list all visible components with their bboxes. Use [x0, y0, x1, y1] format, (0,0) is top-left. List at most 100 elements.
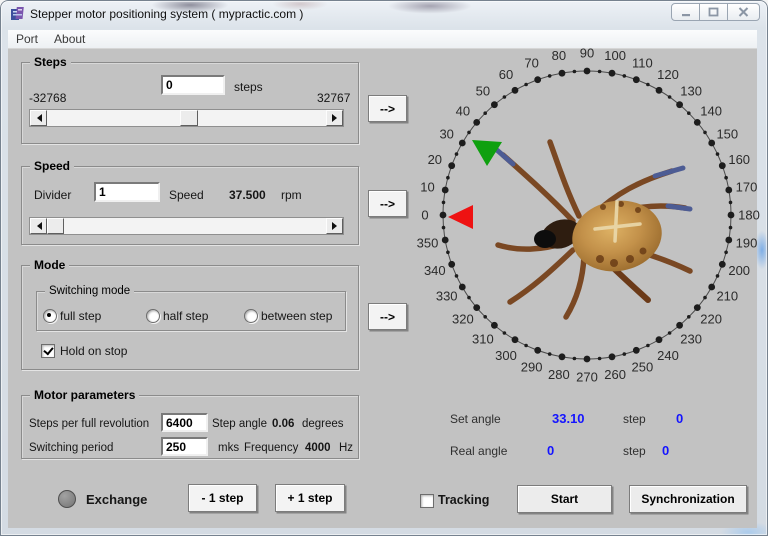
- dial-tick: [572, 69, 577, 74]
- dial-tick: [655, 336, 663, 344]
- dial-degree-label: 160: [728, 152, 750, 167]
- hold-on-stop-checkbox[interactable]: [41, 344, 55, 358]
- dial-tick: [473, 119, 481, 126]
- step-angle-label: Step angle: [212, 418, 267, 430]
- dial-tick: [646, 82, 650, 87]
- arrow-left-icon: [33, 114, 42, 122]
- hold-on-stop-label[interactable]: Hold on stop: [60, 344, 127, 358]
- dial-tick: [687, 315, 691, 319]
- plus-step-button[interactable]: + 1 step: [275, 484, 345, 512]
- dial-tick: [454, 274, 459, 278]
- close-icon: [738, 7, 749, 17]
- dial-tick: [502, 331, 507, 335]
- dial-tick: [491, 101, 498, 109]
- dial-tick: [693, 119, 701, 126]
- steps-scroll-left-button[interactable]: [30, 110, 47, 126]
- dial-degree-label: 230: [680, 332, 702, 347]
- dial-tick: [583, 355, 591, 363]
- set-angle-value: 33.10: [552, 411, 585, 426]
- synchronization-button[interactable]: Synchronization: [629, 485, 747, 513]
- motor-parameters-title: Motor parameters: [30, 388, 140, 403]
- radio-between-step-label[interactable]: between step: [261, 309, 332, 323]
- revolution-input[interactable]: [161, 413, 208, 432]
- speed-label: Speed: [169, 188, 204, 202]
- dial-tick: [448, 162, 456, 170]
- steps-input[interactable]: [161, 75, 225, 95]
- speed-scrollbar[interactable]: [29, 217, 344, 235]
- menu-about[interactable]: About: [46, 32, 93, 46]
- dial-tick: [703, 130, 707, 135]
- dial-degree-label: 120: [657, 67, 679, 82]
- dial-degree-label: 20: [428, 152, 442, 167]
- minimize-icon: [681, 13, 690, 16]
- dial-degree-label: 350: [417, 236, 439, 251]
- close-button[interactable]: [727, 3, 760, 21]
- dial-tick: [547, 352, 552, 356]
- dial-tick: [728, 225, 733, 230]
- steps-group-title: Steps: [30, 55, 71, 70]
- dial-degree-label: 170: [736, 179, 758, 194]
- dial-tick: [547, 74, 552, 78]
- dial-degree-label: 0: [421, 208, 428, 223]
- tracking-label[interactable]: Tracking: [438, 493, 489, 507]
- radio-half-step[interactable]: [146, 309, 160, 323]
- dial-tick: [728, 200, 733, 205]
- minus-step-button[interactable]: - 1 step: [188, 484, 257, 512]
- steps-unit-label: steps: [234, 80, 263, 94]
- dial-tick: [524, 343, 528, 348]
- real-step-label: step: [623, 444, 646, 458]
- dial-degree-label: 300: [495, 348, 517, 363]
- steps-scroll-thumb[interactable]: [180, 110, 198, 126]
- revolution-label: Steps per full revolution: [29, 418, 150, 430]
- app-window: Stepper motor positioning system ( mypra…: [0, 0, 768, 536]
- exchange-led: [58, 490, 76, 508]
- step-angle-unit: degrees: [302, 418, 344, 430]
- dial-tick: [632, 76, 640, 84]
- divider-input[interactable]: [94, 182, 160, 202]
- dial-degree-label: 290: [521, 360, 543, 375]
- dial-degree-label: 50: [476, 83, 490, 98]
- dial-degree-label: 100: [604, 48, 626, 63]
- radio-selected-dot: [47, 313, 51, 317]
- dial-tick: [718, 162, 726, 170]
- dial-degree-label: 30: [439, 127, 453, 142]
- tracking-checkbox[interactable]: [420, 494, 434, 508]
- dial-tick: [708, 283, 716, 291]
- frequency-label: Frequency: [244, 442, 299, 454]
- dial-tick: [511, 86, 519, 94]
- dial-degree-label: 40: [456, 103, 470, 118]
- speed-value: 37.500: [229, 188, 266, 202]
- dial-tick: [473, 304, 481, 311]
- radio-full-step[interactable]: [43, 309, 57, 323]
- radio-full-step-label[interactable]: full step: [60, 309, 101, 323]
- real-step-value: 0: [662, 443, 670, 458]
- period-input[interactable]: [161, 437, 208, 456]
- speed-unit-label: rpm: [281, 188, 302, 202]
- dial-tick: [622, 352, 627, 356]
- dial-tick: [646, 343, 650, 348]
- dial-tick: [448, 260, 456, 268]
- dial-tick: [608, 353, 616, 361]
- divider-label: Divider: [34, 188, 72, 202]
- dial-tick: [524, 82, 528, 87]
- start-button[interactable]: Start: [517, 485, 612, 513]
- dial-degree-label: 250: [632, 360, 654, 375]
- speed-scroll-thumb[interactable]: [47, 218, 64, 234]
- minimize-button[interactable]: [671, 3, 700, 21]
- steps-min-label: -32768: [29, 91, 67, 105]
- frequency-unit: Hz: [339, 442, 354, 454]
- dial-tick: [727, 211, 735, 219]
- menu-port[interactable]: Port: [8, 32, 46, 46]
- dial-tick: [667, 331, 672, 335]
- dial-tick: [667, 95, 672, 99]
- radio-between-step[interactable]: [244, 309, 258, 323]
- maximize-button[interactable]: [699, 3, 728, 21]
- dial-tick: [632, 346, 640, 354]
- dial-degree-label: 280: [548, 367, 570, 382]
- dial-degree-label: 110: [632, 55, 653, 70]
- steps-scrollbar[interactable]: [29, 109, 344, 127]
- dial-tick: [715, 274, 720, 278]
- dial-degree-label: 210: [716, 289, 738, 304]
- speed-scroll-left-button[interactable]: [30, 218, 47, 234]
- radio-half-step-label[interactable]: half step: [163, 309, 208, 323]
